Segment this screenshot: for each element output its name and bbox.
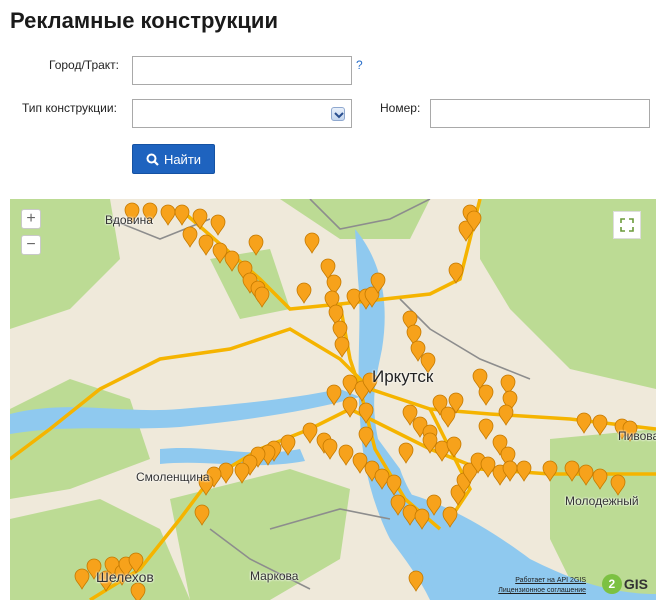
type-select[interactable] bbox=[132, 99, 352, 128]
map-marker-icon[interactable] bbox=[498, 404, 514, 426]
api-attribution-link[interactable]: Работает на API 2GIS bbox=[515, 577, 586, 584]
map-marker-icon[interactable] bbox=[198, 234, 214, 256]
map-marker-icon[interactable] bbox=[446, 436, 462, 458]
map-marker-icon[interactable] bbox=[302, 422, 318, 444]
map-label-markova: Маркова bbox=[250, 569, 299, 583]
zoom-out-button[interactable]: − bbox=[21, 235, 41, 255]
license-link[interactable]: Лицензионное соглашение bbox=[498, 587, 586, 594]
number-label: Номер: bbox=[380, 101, 421, 115]
map-label-smolenshina: Смоленщина bbox=[136, 470, 210, 484]
map-label-molodezhny: Молодежный bbox=[565, 494, 639, 508]
map-marker-icon[interactable] bbox=[296, 282, 312, 304]
map-marker-icon[interactable] bbox=[342, 396, 358, 418]
map[interactable]: + − Иркутск Вдовина Смоленщина Маркова Ш… bbox=[10, 199, 656, 600]
map-marker-icon[interactable] bbox=[408, 570, 424, 592]
map-marker-icon[interactable] bbox=[478, 384, 494, 406]
map-marker-icon[interactable] bbox=[210, 214, 226, 236]
map-marker-icon[interactable] bbox=[334, 336, 350, 358]
help-link[interactable]: ? bbox=[356, 58, 363, 72]
search-icon bbox=[146, 153, 159, 166]
map-marker-icon[interactable] bbox=[592, 414, 608, 436]
map-marker-icon[interactable] bbox=[192, 208, 208, 230]
2gis-logo[interactable]: 2 GIS bbox=[601, 574, 648, 594]
fullscreen-button[interactable] bbox=[613, 211, 641, 239]
search-button[interactable]: Найти bbox=[132, 144, 215, 174]
map-marker-icon[interactable] bbox=[576, 412, 592, 434]
map-marker-icon[interactable] bbox=[440, 406, 456, 428]
chevron-down-icon[interactable] bbox=[331, 107, 345, 121]
map-marker-icon[interactable] bbox=[398, 442, 414, 464]
map-label-vdovina: Вдовина bbox=[105, 213, 153, 227]
number-input[interactable] bbox=[430, 99, 650, 128]
search-button-label: Найти bbox=[163, 151, 202, 167]
city-label: Город/Тракт: bbox=[49, 58, 120, 72]
map-label-pivovarikha: Пивова bbox=[618, 429, 656, 443]
map-marker-icon[interactable] bbox=[346, 288, 362, 310]
fullscreen-icon bbox=[620, 218, 634, 232]
map-label-shelekhov: Шелехов bbox=[96, 569, 154, 585]
city-input[interactable] bbox=[132, 56, 352, 85]
map-marker-icon[interactable] bbox=[516, 460, 532, 482]
page-title: Рекламные конструкции bbox=[10, 8, 278, 33]
map-marker-icon[interactable] bbox=[478, 418, 494, 440]
map-marker-icon[interactable] bbox=[174, 204, 190, 226]
type-label: Тип конструкции: bbox=[22, 101, 117, 115]
map-marker-icon[interactable] bbox=[338, 444, 354, 466]
map-marker-icon[interactable] bbox=[322, 438, 338, 460]
map-marker-icon[interactable] bbox=[182, 226, 198, 248]
map-marker-icon[interactable] bbox=[304, 232, 320, 254]
map-canvas bbox=[10, 199, 656, 600]
zoom-in-button[interactable]: + bbox=[21, 209, 41, 229]
2gis-logo-icon: 2 bbox=[601, 574, 622, 594]
map-marker-icon[interactable] bbox=[160, 204, 176, 226]
map-label-irkutsk: Иркутск bbox=[372, 367, 434, 386]
